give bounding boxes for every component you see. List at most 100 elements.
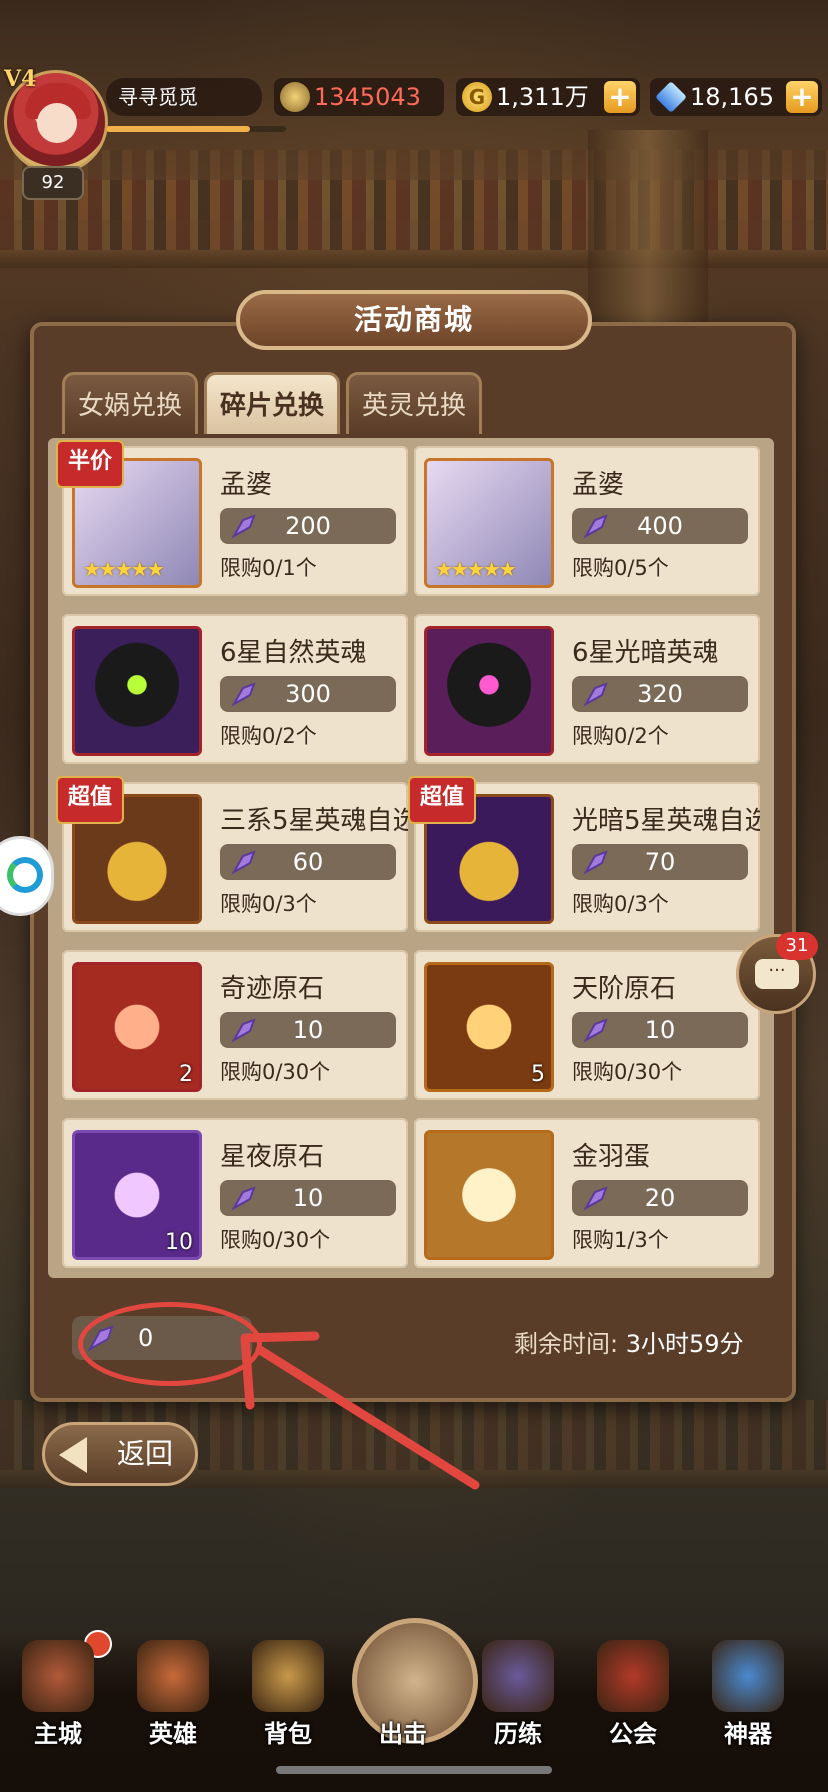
shop-item-card[interactable]: 超值光暗5星英魂自选 70 限购0/3个 bbox=[408, 776, 760, 932]
fragment-icon bbox=[583, 1186, 608, 1211]
add-diamond-button[interactable]: + bbox=[786, 81, 818, 113]
nav-label: 主城 bbox=[34, 1720, 82, 1748]
purchase-limit: 限购0/5个 bbox=[572, 556, 669, 580]
back-button[interactable]: 返回 bbox=[42, 1422, 198, 1486]
item-image: 10 bbox=[72, 1130, 202, 1260]
fragment-icon bbox=[231, 682, 256, 707]
gold-value: 1,311万 bbox=[496, 83, 589, 111]
item-name: 光暗5星英魂自选 bbox=[572, 806, 760, 836]
side-float-button[interactable] bbox=[0, 836, 54, 916]
shop-item-card[interactable]: ★★★★★ 孟婆 400 限购0/5个 bbox=[414, 446, 760, 596]
fragment-icon bbox=[231, 1186, 256, 1211]
item-price-value: 400 bbox=[637, 512, 683, 540]
item-image: 5 bbox=[424, 962, 554, 1092]
shop-title: 活动商城 bbox=[236, 290, 592, 350]
fragment-icon bbox=[231, 514, 256, 539]
nav-backpack[interactable]: 背包 bbox=[238, 1640, 338, 1750]
nav-main-city[interactable]: 主城 bbox=[8, 1640, 108, 1750]
item-price-value: 320 bbox=[637, 680, 683, 708]
promo-ribbon: 超值 bbox=[56, 776, 124, 824]
item-image: ★★★★★ bbox=[424, 458, 554, 588]
tab-hero-spirit-exchange[interactable]: 英灵兑换 bbox=[346, 372, 482, 434]
shop-item-card[interactable]: 5 天阶原石 10 限购0/30个 bbox=[414, 950, 760, 1100]
item-quantity: 5 bbox=[531, 1062, 545, 1087]
purchase-limit: 限购0/3个 bbox=[572, 892, 669, 916]
purchase-limit: 限购1/3个 bbox=[572, 1228, 669, 1252]
backpack-icon bbox=[252, 1640, 324, 1712]
item-price[interactable]: 20 bbox=[572, 1180, 748, 1216]
item-price[interactable]: 200 bbox=[220, 508, 396, 544]
fragment-icon bbox=[583, 682, 608, 707]
item-price[interactable]: 10 bbox=[220, 1180, 396, 1216]
item-price[interactable]: 60 bbox=[220, 844, 396, 880]
item-price-value: 200 bbox=[285, 512, 331, 540]
nav-heroes[interactable]: 英雄 bbox=[123, 1640, 223, 1750]
chat-bubble-icon: ··· bbox=[755, 959, 799, 989]
item-name: 金羽蛋 bbox=[572, 1142, 651, 1172]
purchase-limit: 限购0/1个 bbox=[220, 556, 317, 580]
hero-icon bbox=[137, 1640, 209, 1712]
fragment-icon bbox=[583, 514, 608, 539]
item-price[interactable]: 320 bbox=[572, 676, 748, 712]
nav-attack[interactable]: 出击 bbox=[353, 1640, 453, 1750]
home-indicator bbox=[276, 1766, 552, 1774]
item-name: 孟婆 bbox=[572, 470, 625, 500]
fragment-icon bbox=[583, 850, 608, 875]
tab-nuwa-exchange[interactable]: 女娲兑换 bbox=[62, 372, 198, 434]
item-price[interactable]: 70 bbox=[572, 844, 748, 880]
item-name: 6星光暗英魂 bbox=[572, 638, 719, 668]
item-name: 奇迹原石 bbox=[220, 974, 325, 1004]
diamond-icon bbox=[655, 81, 687, 113]
item-price-value: 10 bbox=[644, 1016, 676, 1044]
shop-item-card[interactable]: 6星自然英魂 300 限购0/2个 bbox=[62, 614, 408, 764]
item-price-value: 10 bbox=[292, 1016, 324, 1044]
shop-item-card[interactable]: 10 星夜原石 10 限购0/30个 bbox=[62, 1118, 408, 1268]
item-price[interactable]: 10 bbox=[220, 1012, 396, 1048]
guild-shield-icon bbox=[597, 1640, 669, 1712]
item-price[interactable]: 400 bbox=[572, 508, 748, 544]
nav-label: 背包 bbox=[264, 1720, 312, 1748]
power-display: 1345043 bbox=[274, 78, 444, 116]
tower-icon bbox=[482, 1640, 554, 1712]
nav-label: 神器 bbox=[724, 1720, 772, 1748]
promo-ribbon: 超值 bbox=[408, 776, 476, 824]
nav-training[interactable]: 历练 bbox=[468, 1640, 568, 1750]
remaining-time: 剩余时间: 3小时59分 bbox=[514, 1324, 744, 1359]
gold-coin-icon: G bbox=[462, 82, 492, 112]
crossed-swords-icon bbox=[280, 82, 310, 112]
item-price[interactable]: 10 bbox=[572, 1012, 748, 1048]
remaining-time-value: 3小时59分 bbox=[625, 1330, 744, 1358]
purchase-limit: 限购0/30个 bbox=[220, 1228, 331, 1252]
game-center-icon bbox=[7, 857, 43, 893]
nav-artifact[interactable]: 神器 bbox=[698, 1640, 798, 1750]
item-price[interactable]: 300 bbox=[220, 676, 396, 712]
back-arrow-icon bbox=[59, 1437, 87, 1473]
item-image bbox=[424, 626, 554, 756]
item-name: 6星自然英魂 bbox=[220, 638, 367, 668]
item-image bbox=[424, 1130, 554, 1260]
shop-item-grid[interactable]: ★★★★★ 半价 孟婆 200 限购0/1个 ★★★★★ 孟婆 400 限购0/5个 6星自然英魂… bbox=[48, 438, 774, 1278]
nav-guild[interactable]: 公会 bbox=[583, 1640, 683, 1750]
shop-item-card[interactable]: 2 奇迹原石 10 限购0/30个 bbox=[62, 950, 408, 1100]
player-name[interactable]: 寻寻觅觅 bbox=[106, 78, 262, 116]
item-price-value: 10 bbox=[292, 1184, 324, 1212]
item-name: 天阶原石 bbox=[572, 974, 677, 1004]
nav-label: 公会 bbox=[609, 1720, 657, 1748]
purchase-limit: 限购0/2个 bbox=[572, 724, 669, 748]
add-gold-button[interactable]: + bbox=[604, 81, 636, 113]
fragment-icon bbox=[231, 850, 256, 875]
item-image bbox=[72, 626, 202, 756]
item-name: 星夜原石 bbox=[220, 1142, 325, 1172]
tab-fragment-exchange[interactable]: 碎片兑换 bbox=[204, 372, 340, 434]
nav-label: 历练 bbox=[494, 1720, 542, 1748]
shop-item-card[interactable]: ★★★★★ 半价 孟婆 200 限购0/1个 bbox=[56, 440, 408, 596]
player-level: 92 bbox=[22, 166, 84, 200]
gold-display: G 1,311万 + bbox=[456, 78, 640, 116]
shop-item-card[interactable]: 金羽蛋 20 限购1/3个 bbox=[414, 1118, 760, 1268]
shop-item-card[interactable]: 6星光暗英魂 320 限购0/2个 bbox=[414, 614, 760, 764]
chat-unread-badge: 31 bbox=[776, 932, 818, 960]
item-quantity: 2 bbox=[179, 1062, 193, 1087]
shop-item-card[interactable]: 超值 三系5星英魂自选 60 限购0/3个 bbox=[56, 776, 408, 932]
remaining-time-label: 剩余时间: bbox=[514, 1330, 619, 1358]
castle-icon bbox=[22, 1640, 94, 1712]
